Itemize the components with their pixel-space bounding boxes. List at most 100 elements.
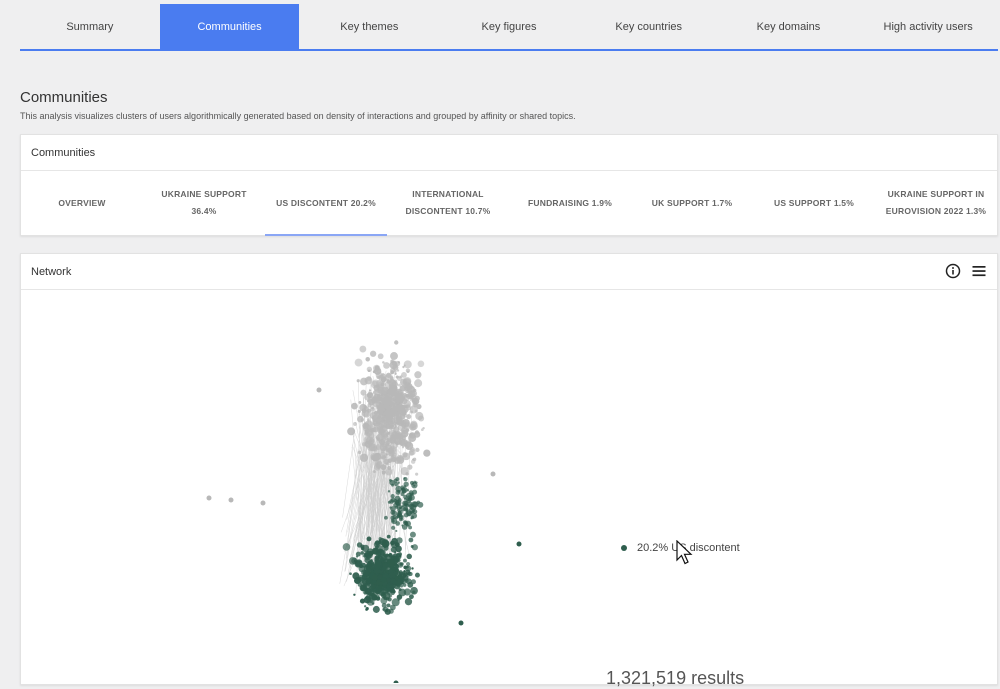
- network-node: [384, 516, 388, 520]
- tab-key-figures[interactable]: Key figures: [439, 4, 579, 49]
- community-tab-fundraising[interactable]: FUNDRAISING 1.9%: [509, 171, 631, 235]
- community-tab-uk-support[interactable]: UK SUPPORT 1.7%: [631, 171, 753, 235]
- community-tab-overview[interactable]: OVERVIEW: [21, 171, 143, 235]
- network-node: [410, 422, 418, 430]
- network-node: [389, 479, 392, 482]
- network-node: [404, 566, 407, 569]
- network-node: [383, 563, 390, 570]
- network-node: [357, 416, 364, 423]
- network-node: [405, 598, 412, 605]
- info-icon[interactable]: [945, 263, 961, 279]
- menu-icon[interactable]: [971, 263, 987, 279]
- network-node: [360, 551, 364, 555]
- network-node: [412, 591, 415, 594]
- network-node: [384, 540, 386, 542]
- network-node: [403, 507, 407, 511]
- network-node: [418, 415, 424, 421]
- network-node: [375, 388, 379, 392]
- network-node: [388, 490, 390, 492]
- network-node: [395, 500, 400, 505]
- community-tab-us-support[interactable]: US SUPPORT 1.5%: [753, 171, 875, 235]
- network-node: [413, 403, 418, 408]
- network-node: [358, 410, 361, 413]
- network-node: [407, 524, 409, 526]
- network-node: [399, 572, 401, 574]
- network-node: [395, 389, 403, 397]
- network-node: [360, 599, 365, 604]
- network-node: [410, 390, 417, 397]
- network-node: [380, 374, 387, 381]
- community-tab-ukraine-support[interactable]: UKRAINE SUPPORT 36.4%: [143, 171, 265, 235]
- tab-key-themes[interactable]: Key themes: [299, 4, 439, 49]
- community-tab-us-discontent[interactable]: US DISCONTENT 20.2%: [265, 171, 387, 235]
- community-tab-ukraine-support-eurovision[interactable]: UKRAINE SUPPORT IN EUROVISION 2022 1.3%: [875, 171, 997, 235]
- top-tab-bar: Summary Communities Key themes Key figur…: [20, 4, 998, 51]
- network-node: [415, 473, 418, 476]
- network-node: [383, 553, 386, 556]
- network-node: [406, 428, 410, 432]
- tab-key-countries[interactable]: Key countries: [579, 4, 719, 49]
- network-node: [402, 446, 404, 448]
- communities-card-title: Communities: [21, 135, 997, 171]
- network-node: [358, 575, 366, 583]
- network-node: [395, 545, 402, 552]
- network-node: [398, 514, 400, 516]
- network-node: [410, 532, 416, 538]
- network-node: [404, 588, 411, 595]
- network-node: [411, 427, 413, 429]
- network-node: [391, 384, 394, 387]
- network-node: [406, 554, 412, 560]
- network-node: [391, 421, 393, 423]
- network-node: [396, 398, 401, 403]
- network-node: [423, 449, 430, 456]
- tab-summary[interactable]: Summary: [20, 4, 160, 49]
- community-tab-international-discontent[interactable]: INTERNATIONAL DISCONTENT 10.7%: [387, 171, 509, 235]
- network-node: [382, 603, 387, 608]
- tab-key-domains[interactable]: Key domains: [719, 4, 859, 49]
- network-node: [375, 366, 380, 371]
- network-node: [364, 432, 368, 436]
- network-node: [422, 427, 424, 429]
- network-node: [398, 407, 406, 415]
- network-node: [395, 506, 398, 509]
- network-node: [397, 584, 401, 588]
- network-node: [229, 498, 234, 503]
- network-node: [369, 598, 371, 600]
- network-node: [385, 609, 391, 615]
- network-header-icons: [945, 263, 987, 279]
- network-node: [367, 537, 372, 542]
- network-node: [374, 411, 378, 415]
- network-node: [392, 598, 400, 606]
- network-node: [357, 379, 360, 382]
- network-node: [207, 496, 212, 501]
- network-node: [367, 367, 372, 372]
- network-node: [381, 577, 387, 583]
- network-node: [365, 578, 371, 584]
- network-node: [356, 556, 358, 558]
- network-node: [378, 353, 384, 359]
- network-node: [391, 494, 395, 498]
- network-node: [409, 594, 414, 599]
- network-node: [383, 571, 385, 573]
- network-node: [381, 470, 385, 474]
- network-graph[interactable]: [21, 290, 997, 683]
- network-node: [388, 597, 392, 601]
- network-node: [392, 364, 398, 370]
- tab-high-activity-users[interactable]: High activity users: [858, 4, 998, 49]
- network-node: [353, 594, 355, 596]
- network-node: [395, 530, 397, 532]
- tab-communities[interactable]: Communities: [160, 4, 300, 49]
- network-node: [415, 448, 419, 452]
- network-node: [411, 567, 413, 569]
- network-node: [360, 390, 366, 396]
- network-node: [374, 464, 381, 471]
- network-node: [386, 577, 391, 582]
- network-node: [375, 540, 380, 545]
- network-node: [404, 381, 406, 383]
- network-graph-area[interactable]: 20.2% US discontent 1,321,519 results: [21, 290, 997, 683]
- network-node: [414, 481, 417, 484]
- network-node: [418, 360, 425, 367]
- network-node: [366, 575, 368, 577]
- network-node: [360, 454, 368, 462]
- network-node: [389, 589, 392, 592]
